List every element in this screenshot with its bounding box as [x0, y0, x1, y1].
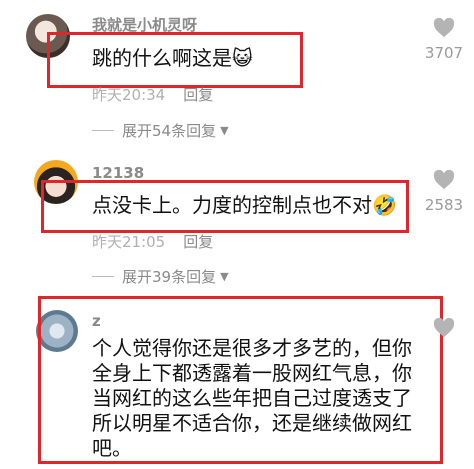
- comment-text: 个人觉得你还是很多才多艺的，但你 全身上下都透露着一股网红气息，你 当网红的这么…: [92, 336, 412, 460]
- comment-meta: 昨天20:34 回复: [92, 84, 213, 105]
- like-button[interactable]: 3707: [414, 17, 474, 62]
- heart-like-icon: [433, 169, 455, 190]
- expand-replies-button[interactable]: 展开54条回复 ▼: [92, 120, 229, 141]
- laughing-emoji-icon: 🤣: [372, 193, 397, 217]
- comment-time: 昨天20:34: [92, 86, 166, 104]
- divider: [92, 130, 114, 131]
- cat-emoji-icon: 😺: [232, 46, 253, 70]
- comment-time: 昨天21:05: [92, 233, 166, 251]
- comment-text: 跳的什么啊这是😺: [92, 46, 253, 70]
- like-count: 2583: [424, 196, 464, 214]
- expand-replies-label: 展开39条回复: [122, 268, 217, 286]
- heart-like-icon: [433, 317, 455, 338]
- reply-button[interactable]: 回复: [183, 233, 213, 251]
- reply-button[interactable]: 回复: [183, 86, 213, 104]
- divider: [92, 276, 114, 277]
- like-count: 3707: [424, 44, 464, 62]
- chevron-down-icon: ▼: [220, 270, 229, 283]
- comment-text: 点没卡上。力度的控制点也不对🤣: [92, 193, 397, 217]
- heart-like-icon: [433, 17, 455, 38]
- expand-replies-label: 展开54条回复: [122, 122, 217, 140]
- expand-replies-button[interactable]: 展开39条回复 ▼: [92, 266, 229, 287]
- like-button[interactable]: [414, 317, 474, 342]
- like-button[interactable]: 2583: [414, 169, 474, 214]
- chevron-down-icon: ▼: [220, 124, 229, 137]
- comment-meta: 昨天21:05 回复: [92, 231, 213, 252]
